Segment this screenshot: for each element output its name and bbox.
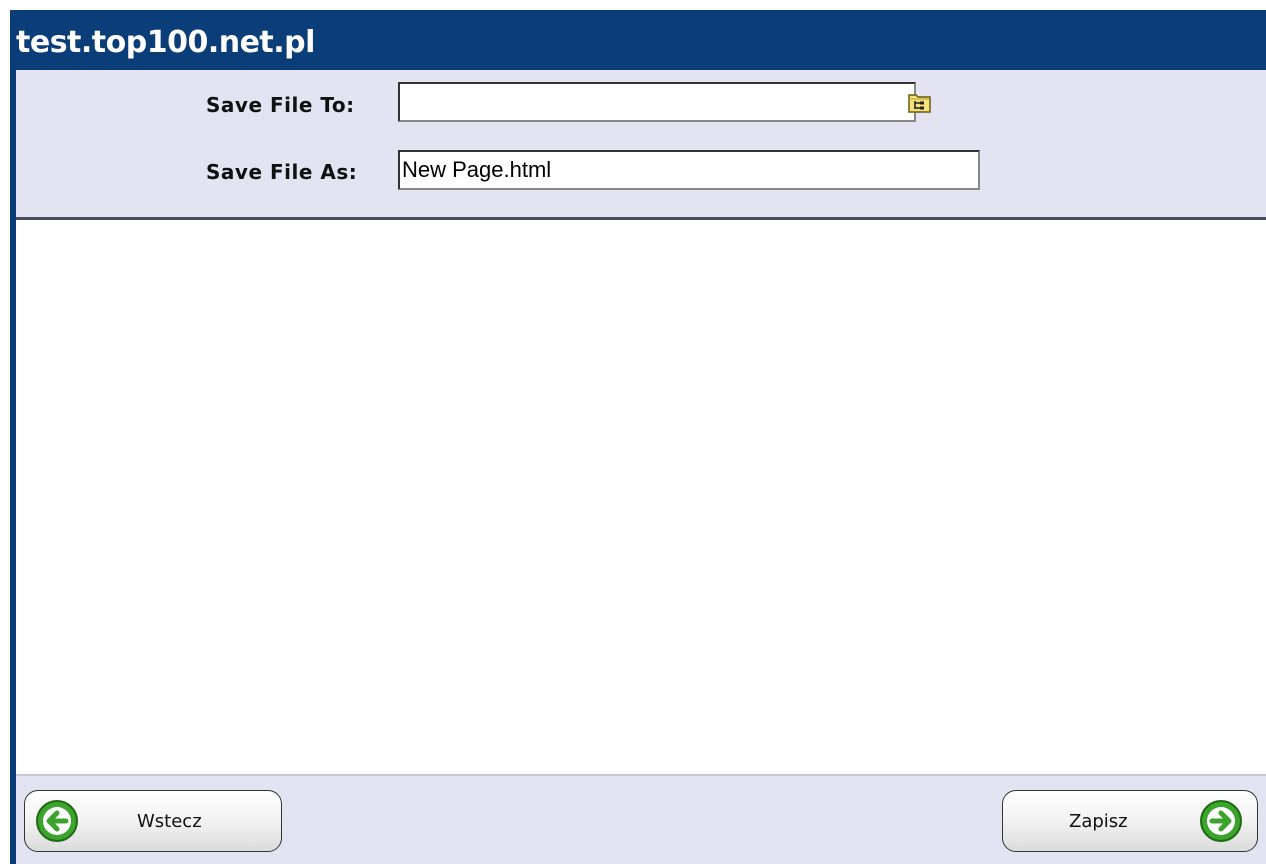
save-button-label: Zapisz: [1069, 811, 1128, 832]
back-button-label: Wstecz: [137, 811, 202, 832]
arrow-right-icon: [1199, 799, 1243, 843]
save-file-to-input[interactable]: [398, 82, 916, 122]
footer-bar: Wstecz Zapisz: [16, 774, 1266, 864]
arrow-left-icon: [35, 799, 79, 843]
folder-tree-icon[interactable]: [908, 92, 932, 114]
save-dialog-window: test.top100.net.pl Save File To: Save Fi…: [0, 0, 1266, 864]
save-button[interactable]: Zapisz: [1002, 790, 1258, 852]
save-file-as-label: Save File As:: [206, 160, 358, 184]
save-options-panel: Save File To: Save File As: New Page.htm…: [16, 70, 1266, 220]
title-bar: test.top100.net.pl: [10, 0, 1266, 70]
back-button[interactable]: Wstecz: [24, 790, 282, 852]
window-title: test.top100.net.pl: [16, 25, 315, 60]
save-file-to-label: Save File To:: [206, 93, 355, 117]
save-file-as-input[interactable]: New Page.html: [398, 150, 980, 190]
content-area: [16, 220, 1266, 774]
